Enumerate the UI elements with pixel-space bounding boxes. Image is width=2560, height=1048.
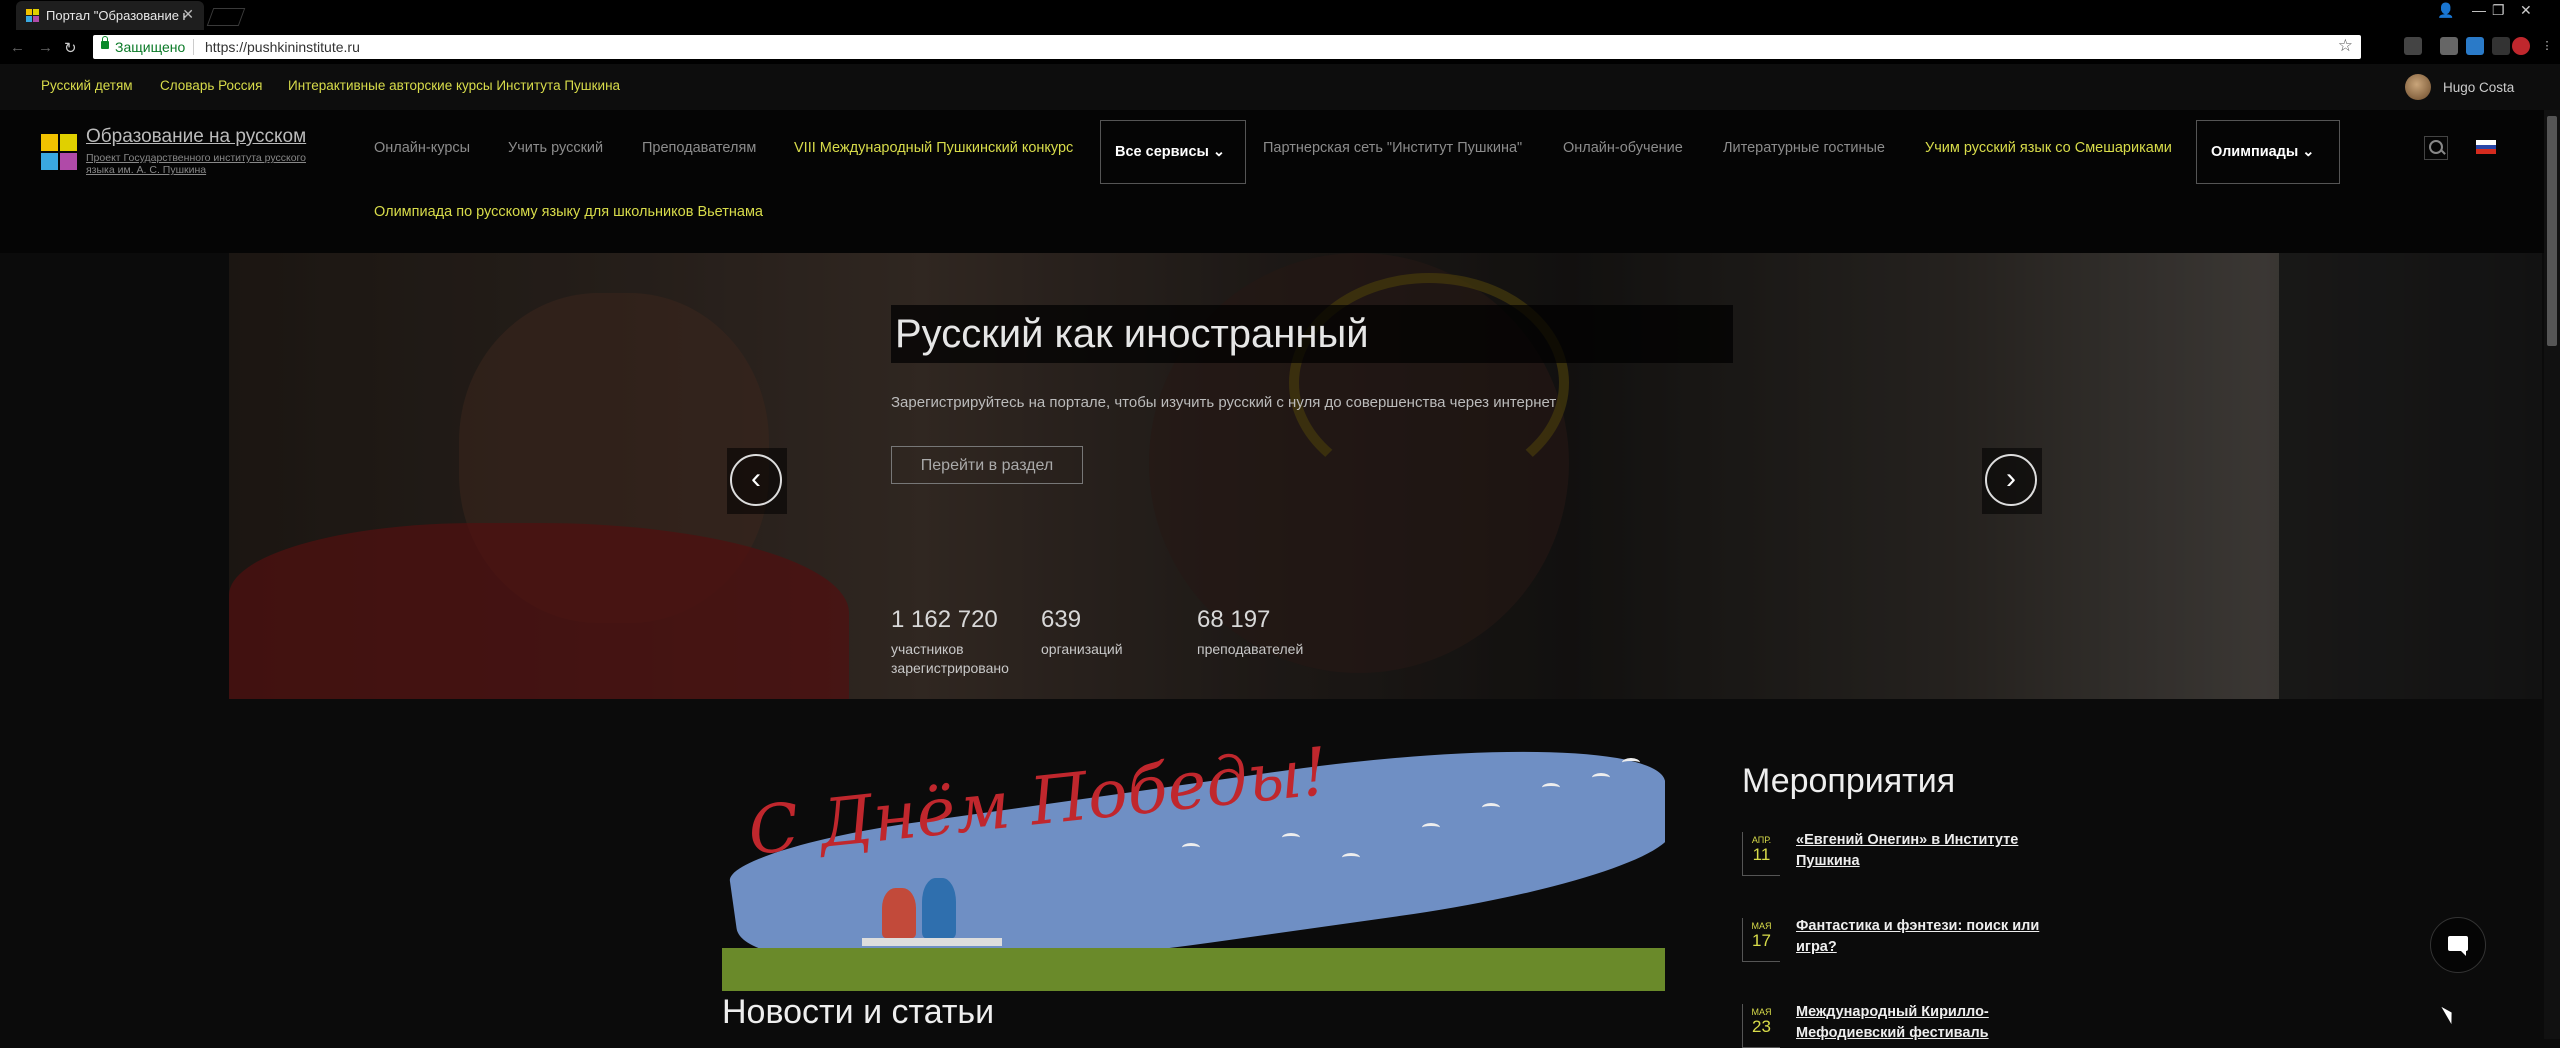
child-figure — [922, 878, 956, 938]
nav-item[interactable]: Партнерская сеть "Институт Пушкина" — [1263, 140, 1522, 156]
lock-icon — [101, 36, 109, 49]
nav-item[interactable]: VIII Международный Пушкинский конкурс — [794, 140, 1073, 156]
forward-button[interactable]: → — [38, 39, 53, 56]
nav-item[interactable]: Литературные гостиные — [1723, 140, 1885, 156]
chevron-left-icon: ‹ — [730, 454, 782, 506]
stat-label: преподавателей — [1197, 641, 1304, 657]
main-nav: Образование на русском Проект Государств… — [0, 110, 2560, 253]
event-link[interactable]: Фантастика и фэнтези: поиск или игра? — [1796, 916, 2056, 958]
hero-title: Русский как иностранный — [891, 305, 1733, 363]
slider-prev-button[interactable]: ‹ — [727, 448, 787, 514]
nav-item[interactable]: Учить русский — [508, 140, 603, 156]
extension-icon[interactable] — [2466, 37, 2484, 55]
tab-title: Портал "Образование н — [46, 8, 186, 23]
nav-item[interactable]: Онлайн-курсы — [374, 140, 470, 156]
stat-value: 1 162 720 — [891, 606, 998, 633]
logo-icon[interactable] — [41, 134, 77, 170]
search-icon[interactable] — [2424, 136, 2448, 160]
stat-value: 639 — [1041, 606, 1082, 633]
url-text: https://pushkininstitute.ru — [205, 39, 360, 55]
slider-next-button[interactable]: › — [1982, 448, 2042, 514]
event-day: 17 — [1752, 931, 1771, 950]
stat-label: участников зарегистрировано — [891, 641, 1009, 676]
bird-icon — [1182, 843, 1200, 852]
address-bar-row: ← → ↻ Защищено https://pushkininstitute.… — [0, 30, 2560, 64]
reload-button[interactable]: ↻ — [64, 39, 77, 57]
event-month: АПР. — [1751, 835, 1772, 845]
victory-day-banner[interactable]: С Днём Победы! — [722, 743, 1665, 991]
minimize-button[interactable]: — — [2472, 2, 2486, 18]
go-to-section-button[interactable]: Перейти в раздел — [891, 446, 1083, 484]
event-month: МАЯ — [1751, 1007, 1772, 1017]
nav-item-label: Олимпиады — [2211, 144, 2299, 160]
extension-icon[interactable] — [2512, 37, 2530, 55]
tab-close-icon[interactable]: ✕ — [182, 6, 194, 23]
user-name: Hugo Costa — [2443, 80, 2515, 95]
maximize-button[interactable]: ❐ — [2492, 2, 2505, 19]
hero-description: Зарегистрируйтесь на портале, чтобы изуч… — [891, 394, 1557, 411]
nav-item[interactable]: Олимпиада по русскому языку для школьник… — [374, 204, 763, 220]
star-icon[interactable]: ☆ — [2338, 36, 2353, 56]
menu-icon[interactable]: ⋮ — [2538, 37, 2556, 55]
chevron-down-icon: ⌄ — [2298, 144, 2315, 160]
all-services-dropdown[interactable]: Все сервисы ⌄ — [1100, 120, 1246, 184]
event-link[interactable]: Международный Кирилло-Мефодиевский фести… — [1796, 1002, 2056, 1044]
news-section-title: Новости и статьи — [722, 993, 995, 1031]
back-button[interactable]: ← — [10, 39, 25, 56]
top-link[interactable]: Русский детям — [41, 78, 133, 93]
site-favicon-icon — [26, 9, 40, 23]
chevron-down-icon: ⌄ — [1208, 144, 1226, 160]
top-links-bar: Русский детям Словарь Россия Интерактивн… — [0, 64, 2560, 110]
chat-button[interactable] — [2430, 917, 2486, 973]
bird-icon — [1592, 773, 1610, 782]
event-date: МАЯ 17 — [1742, 918, 1780, 962]
bird-icon — [1622, 758, 1640, 767]
nav-item[interactable]: Преподавателям — [642, 140, 756, 156]
avatar — [2405, 74, 2431, 100]
event-month: МАЯ — [1751, 921, 1772, 931]
hero-slider: Русский как иностранный Зарегистрируйтес… — [229, 253, 2542, 699]
bird-icon — [1282, 833, 1300, 842]
new-tab-button[interactable] — [206, 8, 246, 26]
bird-icon — [1482, 803, 1500, 812]
mouse-cursor — [2441, 1003, 2457, 1025]
page-scrollbar[interactable] — [2544, 110, 2560, 1039]
browser-tab[interactable]: Портал "Образование н ✕ — [16, 1, 204, 30]
top-link[interactable]: Словарь Россия — [160, 78, 262, 93]
bird-icon — [1422, 823, 1440, 832]
flag-ru-icon[interactable] — [2476, 140, 2496, 154]
extension-icon[interactable] — [2404, 37, 2422, 55]
bird-icon — [1542, 783, 1560, 792]
event-date: АПР. 11 — [1742, 832, 1780, 876]
event-link[interactable]: «Евгений Онегин» в Институте Пушкина — [1796, 830, 2056, 872]
event-day: 11 — [1752, 845, 1771, 864]
stat-value: 68 197 — [1197, 606, 1271, 633]
brand-title[interactable]: Образование на русском — [86, 126, 306, 148]
url-separator — [193, 39, 194, 55]
chat-icon — [2448, 936, 2468, 956]
nav-item[interactable]: Учим русский язык со Смешариками — [1925, 140, 2172, 156]
top-link[interactable]: Интерактивные авторские курсы Института … — [288, 78, 620, 93]
extension-icon[interactable] — [2440, 37, 2458, 55]
stat-label: организаций — [1041, 641, 1123, 657]
profile-icon[interactable]: 👤 — [2437, 2, 2454, 19]
extension-icon[interactable] — [2492, 37, 2510, 55]
scrollbar-thumb[interactable] — [2547, 116, 2557, 346]
nav-item[interactable]: Онлайн-обучение — [1563, 140, 1683, 156]
event-day: 23 — [1752, 1017, 1771, 1036]
bench — [862, 938, 1002, 946]
chevron-right-icon: › — [1985, 454, 2037, 506]
olympiads-dropdown[interactable]: Олимпиады ⌄ — [2196, 120, 2340, 184]
url-field[interactable]: Защищено https://pushkininstitute.ru ☆ — [93, 35, 2361, 59]
browser-tab-bar: Портал "Образование н ✕ 👤 — ❐ ✕ — [0, 0, 2560, 30]
banner-ground — [722, 948, 1665, 991]
child-figure — [882, 888, 916, 938]
event-date: МАЯ 23 — [1742, 1004, 1780, 1048]
secure-label: Защищено — [115, 39, 186, 55]
window-close-button[interactable]: ✕ — [2520, 2, 2532, 19]
brand-subtitle[interactable]: Проект Государственного института русско… — [86, 152, 316, 176]
bird-icon — [1342, 853, 1360, 862]
events-section-title: Мероприятия — [1742, 762, 1956, 800]
nav-item-label: Все сервисы — [1115, 144, 1209, 160]
